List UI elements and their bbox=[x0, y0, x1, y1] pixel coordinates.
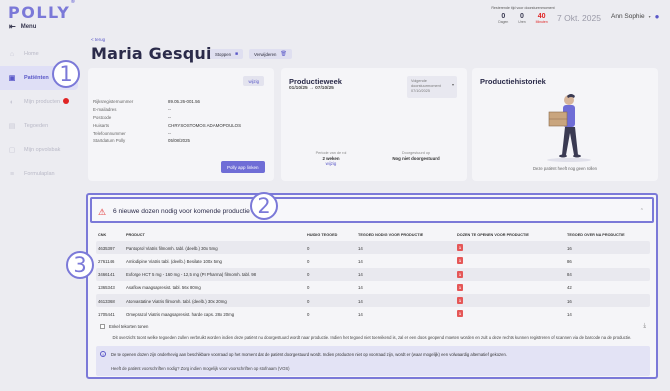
info-row: Telefoonnummer -- bbox=[93, 130, 171, 136]
annotation-marker-2: 2 bbox=[250, 192, 278, 220]
shortages-only-toggle[interactable]: Enkel tekorten tonen bbox=[100, 324, 148, 329]
stop-button[interactable]: Stoppen ■ bbox=[210, 49, 244, 59]
pill-icon: ◐ bbox=[9, 98, 15, 106]
empty-history-message: Deze patiënt heeft nog geen rollen bbox=[532, 166, 598, 171]
section-title: 6 nieuwe dozen nodig voor komende produc… bbox=[113, 208, 250, 215]
table-row[interactable]: 1365343 Asaflow maagsapresist. tabl. 56x… bbox=[96, 281, 650, 294]
products-table: 4635397 Pantoprol Viatris filmomh. tabl.… bbox=[96, 241, 650, 321]
patient-info-card: wijzig Rijksregisternummer 89.05.26-001.5… bbox=[88, 68, 274, 181]
boxes-to-open-badge: 1 bbox=[457, 283, 463, 291]
info-row: Huisarts CHRYSOSTOMOS ADAMOPOULOS bbox=[93, 122, 242, 128]
week-range: 01/10/25 → 07/10/25 bbox=[289, 86, 334, 91]
user-menu[interactable]: Ann Sophie ▾ ● bbox=[611, 12, 664, 21]
info-row: E-mailadres -- bbox=[93, 107, 171, 113]
checkbox[interactable] bbox=[100, 324, 105, 329]
production-history-card: Productiehistoriek Deze patiënt heeft no… bbox=[472, 68, 658, 181]
explanation-text: Dit overzicht toont welke tegoeden zulle… bbox=[112, 335, 632, 340]
table-row[interactable]: 2761146 Amlodipine Viatris tabl. (deelb.… bbox=[96, 254, 650, 267]
boxes-to-open-badge: 1 bbox=[457, 257, 463, 265]
section-header[interactable]: ⚠ 6 nieuwe dozen nodig voor komende prod… bbox=[90, 197, 654, 223]
annotation-marker-1: 1 bbox=[52, 60, 80, 88]
sidebar-item-label: Mijn opvolsbak bbox=[24, 147, 61, 153]
list-icon: ≡ bbox=[9, 170, 15, 178]
next-send-dropdown[interactable]: Volgende doorstuurmoment 07/10/2025 ▾ bbox=[407, 76, 457, 98]
sidebar-item-label: Formulaplan bbox=[24, 171, 55, 177]
countdown-minutes: 40 Minuten bbox=[535, 13, 548, 24]
countdown-days: 0 Dagen bbox=[498, 13, 509, 24]
warning-icon: ⚠ bbox=[98, 207, 107, 217]
sidebar-item-label: Patiënten bbox=[24, 75, 49, 81]
sent-status: Doorgestuurd op Nog niet doorgestuurd bbox=[392, 151, 440, 161]
delete-button[interactable]: Verwijderen 🗑 bbox=[249, 49, 292, 59]
sidebar-item-formulaplan[interactable]: ≡ Formulaplan bbox=[0, 162, 80, 186]
boxes-to-open-badge: 1 bbox=[457, 310, 463, 318]
table-row[interactable]: 1705441 Omeprazol Viatris maagsapresist.… bbox=[96, 307, 650, 320]
download-icon[interactable]: ⤓ bbox=[643, 323, 646, 330]
empty-state-illustration bbox=[547, 94, 591, 162]
menu-collapse-icon: ⇤ bbox=[9, 22, 16, 31]
info-row: Rijksregisternummer 89.05.26-001.56 bbox=[93, 99, 200, 105]
table-row[interactable]: 3466141 Exforge HCT 5 mg - 160 mg - 12,5… bbox=[96, 267, 650, 281]
notification-badge bbox=[63, 98, 69, 104]
sidebar-item-mijn-producten[interactable]: ◐ Mijn producten bbox=[0, 90, 80, 114]
wallet-icon: ▤ bbox=[8, 123, 16, 130]
patient-info-list: Rijksregisternummer 89.05.26-001.56 E-mai… bbox=[93, 98, 269, 145]
chevron-up-icon[interactable]: ⌃ bbox=[640, 208, 644, 214]
sidebar-item-mijn-opvolsbak[interactable]: ▢ Mijn opvolsbak bbox=[0, 138, 80, 162]
current-date: 7 Okt. 2025 bbox=[557, 13, 601, 23]
table-row[interactable]: 4613368 Atorvastatine Viatris filmomh. t… bbox=[96, 294, 650, 308]
polly-logo[interactable]: POLLY® bbox=[8, 0, 75, 22]
pause-icon: ■ bbox=[235, 51, 239, 57]
boxes-to-open-badge: 1 bbox=[457, 244, 463, 251]
menu-label: Menu bbox=[20, 23, 37, 30]
sidebar-item-tegoeden[interactable]: ▤ Tegoeden bbox=[0, 114, 80, 138]
chevron-down-icon: ▾ bbox=[451, 82, 454, 87]
menu-toggle[interactable]: ⇤ Menu bbox=[9, 22, 36, 31]
new-boxes-section: ⚠ 6 nieuwe dozen nodig voor komende prod… bbox=[86, 193, 658, 379]
home-icon: ⌂ bbox=[9, 50, 15, 58]
sidebar: POLLY® ⇤ Menu ⌂ Home ▣ Patiënten ◐ Mijn … bbox=[0, 0, 80, 391]
chevron-down-icon: ▾ bbox=[648, 14, 651, 19]
info-icon: i bbox=[100, 351, 106, 357]
period-edit-link[interactable]: wijzig bbox=[291, 161, 371, 166]
user-name: Ann Sophie bbox=[611, 13, 645, 20]
avatar-icon: ● bbox=[654, 12, 660, 21]
boxes-to-open-badge: 1 bbox=[457, 270, 463, 278]
sidebar-item-label: Home bbox=[24, 51, 39, 57]
countdown-hours: 0 Uren bbox=[518, 13, 526, 24]
info-notice: i De te openen dozen zijn onderhevig aan… bbox=[96, 346, 650, 376]
sidebar-item-label: Mijn producten bbox=[24, 99, 61, 105]
boxes-to-open-badge: 1 bbox=[457, 297, 463, 305]
table-row[interactable]: 4635397 Pantoprol Viatris filmomh. tabl.… bbox=[96, 241, 650, 255]
edit-button[interactable]: wijzig bbox=[243, 76, 264, 86]
users-icon: ▣ bbox=[8, 75, 16, 82]
info-row: Postcode -- bbox=[93, 114, 171, 120]
back-link[interactable]: < terug bbox=[91, 37, 105, 42]
sidebar-item-label: Tegoeden bbox=[24, 123, 49, 129]
countdown-panel: Resterende tijd voor doorsturenmoment 0 … bbox=[478, 6, 568, 24]
link-app-button[interactable]: Polly app linken bbox=[221, 161, 265, 173]
info-row: Startdatum Polly 05/08/2025 bbox=[93, 138, 190, 144]
inbox-icon: ▢ bbox=[8, 147, 16, 154]
roll-period: Periode van de rol 2 weken wijzig bbox=[291, 151, 371, 166]
annotation-marker-3: 3 bbox=[66, 251, 94, 279]
production-week-card: Productieweek 01/10/25 → 07/10/25 Volgen… bbox=[281, 68, 467, 181]
card-title: Productieweek bbox=[289, 77, 342, 86]
card-title: Productiehistoriek bbox=[480, 77, 546, 86]
trash-icon: 🗑 bbox=[280, 51, 287, 57]
table-header: CNK PRODUCT HUIDIG TEGOED TEGOED NODIG V… bbox=[98, 233, 625, 237]
countdown-caption: Resterende tijd voor doorsturenmoment bbox=[491, 6, 555, 10]
